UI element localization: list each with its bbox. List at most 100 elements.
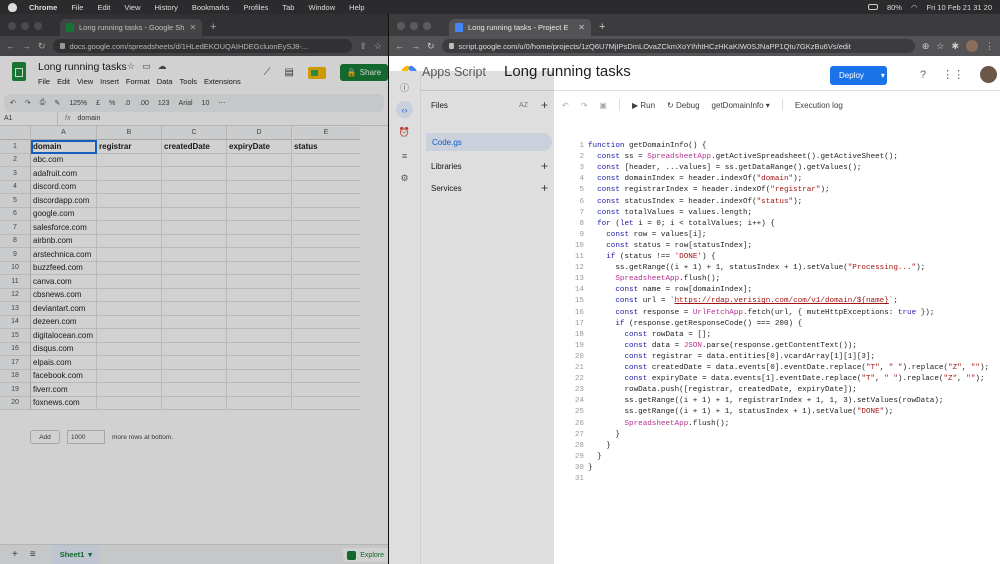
add-rows-input[interactable]: 1000 [67,430,105,444]
grid-cell[interactable] [97,221,162,235]
grid-cell[interactable] [292,167,361,181]
paint-format-icon[interactable]: ✎ [54,99,60,107]
code-line[interactable]: ss.getRange((i + 1) + 1, statusIndex + 1… [588,408,893,416]
url-field[interactable]: docs.google.com/spreadsheets/d/1HLedEKOU… [52,39,353,53]
grid-cell[interactable] [227,342,292,356]
code-line[interactable]: const registrar = data.entities[0].vcard… [588,353,875,361]
grid-cell[interactable] [97,329,162,343]
grid-cell[interactable] [292,234,361,248]
grid-cell[interactable] [227,369,292,383]
grid-cell[interactable] [292,383,361,397]
grid-cell[interactable] [227,275,292,289]
comments-icon[interactable]: ▤ [285,67,294,78]
row-header[interactable]: 19 [0,383,31,397]
column-header[interactable]: A [31,126,97,140]
row-header[interactable]: 3 [0,167,31,181]
row-header[interactable]: 16 [0,342,31,356]
row-header[interactable]: 1 [0,140,31,154]
currency-format-button[interactable]: £ [96,100,100,107]
grid-cell[interactable] [162,396,227,410]
grid-cell[interactable] [162,153,227,167]
grid-cell[interactable] [97,369,162,383]
code-line[interactable]: if (response.getResponseCode() === 200) … [588,320,802,328]
zoom-select[interactable]: 125% [69,100,87,107]
editor-icon[interactable]: ‹› [396,101,413,118]
grid-cell[interactable]: discordapp.com [31,194,97,208]
grid-cell[interactable] [162,302,227,316]
grid-cell[interactable] [162,180,227,194]
apps-grid-icon[interactable]: ⋮⋮ [942,68,964,81]
os-menu-item[interactable]: Help [349,3,364,12]
grid-cell[interactable] [292,342,361,356]
url-field[interactable]: script.google.com/u/0/home/projects/1zQ6… [441,39,915,53]
code-line[interactable]: const ss = SpreadsheetApp.getActiveSprea… [588,153,898,161]
grid-cell[interactable] [162,356,227,370]
trend-icon[interactable]: ⟋ [264,67,271,78]
os-menu-item[interactable]: Edit [97,3,110,12]
print-icon[interactable]: ⎙ [40,99,46,107]
grid-cell[interactable] [162,248,227,262]
grid-cell[interactable]: digitalocean.com [31,329,97,343]
sheets-menu-item[interactable]: Extensions [204,77,241,86]
sheets-menu-item[interactable]: Format [126,77,150,86]
grid-cell[interactable] [227,234,292,248]
redo-icon[interactable]: ↷ [581,101,588,110]
explore-button[interactable]: Explore [343,548,388,562]
grid-cell[interactable]: abc.com [31,153,97,167]
code-line[interactable]: const expiryDate = data.events[1].eventD… [588,375,984,383]
grid-cell[interactable] [227,288,292,302]
code-editor[interactable]: 1 function getDomainInfo() {2 const ss = … [554,118,1000,518]
overview-icon[interactable]: ⓘ [396,79,413,96]
grid-cell[interactable] [292,302,361,316]
grid-cell[interactable] [97,383,162,397]
grid-cell[interactable] [292,180,361,194]
grid-cell[interactable] [162,275,227,289]
move-folder-icon[interactable]: ▭ [142,61,151,72]
more-menu-icon[interactable]: ⋮ [985,41,994,52]
grid-cell[interactable]: discord.com [31,180,97,194]
code-line[interactable]: for (let i = 0; i < totalValues; i++) { [588,220,775,228]
sheets-menu-item[interactable]: Insert [100,77,119,86]
wifi-icon[interactable]: ◠ [911,3,918,12]
back-icon[interactable]: ← [6,41,15,51]
code-line[interactable]: SpreadsheetApp.flush(); [588,420,729,428]
code-line[interactable]: const rowData = []; [588,331,711,339]
code-line[interactable]: const data = JSON.parse(response.getCont… [588,342,856,350]
meet-icon[interactable] [308,66,326,79]
close-tab-icon[interactable]: ✕ [189,23,196,32]
row-header[interactable]: 13 [0,302,31,316]
grid-cell[interactable] [292,275,361,289]
grid-cell[interactable] [292,221,361,235]
grid-cell[interactable]: facebook.com [31,369,97,383]
settings-gear-icon[interactable]: ⚙ [396,170,413,187]
reload-icon[interactable]: ↻ [427,41,435,52]
row-header[interactable]: 10 [0,261,31,275]
code-line[interactable]: const createdDate = data.events[0].event… [588,364,989,372]
grid-cell[interactable] [292,207,361,221]
code-line[interactable]: ss.getRange((i + 1) + 1, statusIndex + 1… [588,264,925,272]
grid-cell[interactable]: foxnews.com [31,396,97,410]
new-tab-button[interactable]: + [599,21,605,33]
grid-cell[interactable] [162,383,227,397]
code-line[interactable]: } [588,453,602,461]
row-header[interactable]: 18 [0,369,31,383]
column-header[interactable]: C [162,126,227,140]
sheet-tab-sheet1[interactable]: Sheet1 ▾ [51,544,101,564]
grid-cell[interactable]: canva.com [31,275,97,289]
code-line[interactable]: const statusIndex = header.indexOf("stat… [588,198,802,206]
code-line[interactable]: const row = values[i]; [588,231,706,239]
grid-cell[interactable] [162,207,227,221]
grid-cell[interactable]: arstechnica.com [31,248,97,262]
increase-decimal-button[interactable]: .00 [139,100,149,107]
grid-cell[interactable]: cbsnews.com [31,288,97,302]
grid-cell[interactable] [227,261,292,275]
maximize-window-button[interactable] [423,22,431,30]
grid-cell[interactable] [292,356,361,370]
row-header[interactable]: 7 [0,221,31,235]
grid-cell[interactable]: buzzfeed.com [31,261,97,275]
grid-cell[interactable] [292,248,361,262]
save-icon[interactable]: ▣ [599,101,607,110]
grid-cell[interactable] [97,207,162,221]
executions-icon[interactable]: ≡ [396,147,413,164]
grid-cell[interactable] [227,167,292,181]
